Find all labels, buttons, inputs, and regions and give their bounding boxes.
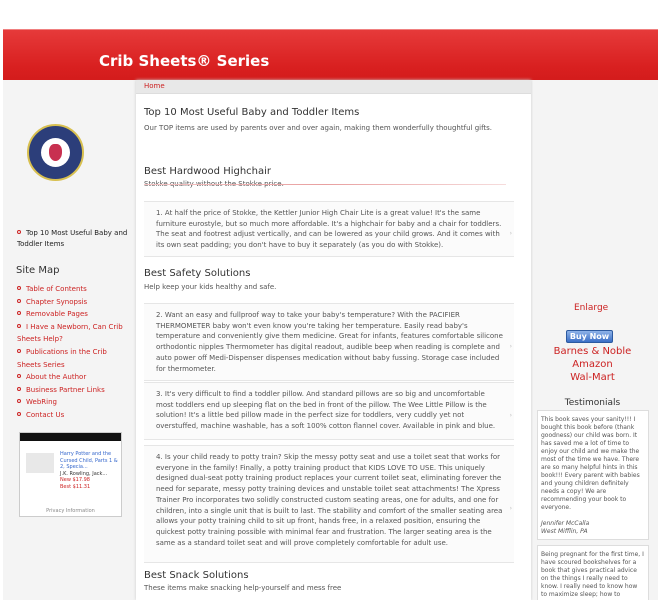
sitemap-label: Removable Pages [26,310,88,319]
ad-privacy-link[interactable]: Privacy Information [20,508,121,514]
bullet-icon [17,386,21,391]
bullet-icon [17,411,21,416]
item-text: 2. Want an easy and fullproof way to tak… [156,311,503,373]
chevron-right-icon: › [509,230,512,237]
item-text: 1. At half the price of Stokke, the Kett… [156,209,502,250]
bullet-icon [17,348,21,353]
sitemap-item-webring[interactable]: WebRing [17,396,132,409]
item-text: 3. It's very difficult to find a toddler… [156,390,496,431]
list-item: 1. At half the price of Stokke, the Kett… [144,201,514,257]
list-item: 4. Is your child ready to potty train? S… [144,445,514,563]
sitemap-item-newborn[interactable]: I Have a Newborn, Can Crib Sheets Help? [17,321,132,346]
bullet-icon [17,311,21,316]
sitemap-item-contact-us[interactable]: Contact Us [17,409,132,422]
section-title-safety: Best Safety Solutions [144,268,251,279]
sitemap-label: Publications in the Crib Sheets Series [17,347,107,369]
section-title-highchair: Best Hardwood Highchair [144,166,272,177]
testimonial-author: Jennifer McCalla [541,520,590,527]
store-link-amazon[interactable]: Amazon [530,359,655,370]
left-sidebar: Top 10 Most Useful Baby and Toddler Item… [3,80,138,600]
store-link-walmart[interactable]: Wal-Mart [530,372,655,383]
bullet-icon [17,374,21,379]
section-title-snack: Best Snack Solutions [144,570,249,581]
sitemap-item-business-partner-links[interactable]: Business Partner Links [17,384,132,397]
amazon-ad-widget[interactable]: Harry Potter and the Cursed Child, Parts… [19,432,122,517]
bullet-icon [17,286,21,290]
site-title[interactable]: Crib Sheets® Series [99,52,269,70]
sitemap-label: About the Author [26,373,87,382]
mother-child-icon [49,144,62,161]
moms-choice-awards-logo-icon [27,124,84,181]
breadcrumb: Home [136,80,531,94]
sitemap-label: I Have a Newborn, Can Crib Sheets Help? [17,322,123,344]
chevron-right-icon: › [509,505,512,512]
sitemap-heading: Site Map [16,265,60,276]
bullet-icon [17,399,21,404]
breadcrumb-home-link[interactable]: Home [136,80,531,90]
sitemap-item-chapter-synopsis[interactable]: Chapter Synopsis [17,296,132,309]
testimonial-text: Being pregnant for the first time, I hav… [541,551,644,598]
ad-book-title[interactable]: Harry Potter and the Cursed Child, Parts… [60,451,120,471]
testimonials-heading: Testimonials [564,398,621,408]
sidebar-link-label: Top 10 Most Useful Baby and Toddler Item… [17,229,128,248]
sitemap-label: Business Partner Links [26,385,105,394]
sidebar-link-top10[interactable]: Top 10 Most Useful Baby and Toddler Item… [17,228,132,250]
buy-now-button[interactable]: Buy Now [566,330,613,343]
sitemap-label: Chapter Synopsis [26,297,88,306]
book-thumbnail[interactable] [26,453,54,473]
ad-best-price: Best $11.31 [60,483,91,490]
sitemap-item-removable-pages[interactable]: Removable Pages [17,308,132,321]
testimonial-card: This book saves your sanity!!! I bought … [537,410,649,540]
chevron-right-icon: › [509,343,512,350]
bullet-icon [17,298,21,303]
enlarge-link[interactable]: Enlarge [574,303,608,313]
top-strip [0,0,670,29]
sitemap-label: Table of Contents [26,285,87,293]
bullet-icon [17,230,21,234]
sitemap-item-table-of-contents[interactable]: Table of Contents [17,283,132,296]
section-subtitle-safety: Help keep your kids healthy and safe. [144,283,277,291]
sitemap-label: WebRing [26,398,57,407]
list-item: 3. It's very difficult to find a toddler… [144,382,514,440]
item-text: 4. Is your child ready to potty train? S… [156,453,503,547]
chevron-right-icon: › [509,412,512,419]
bullet-icon [17,323,21,328]
page-intro: Our TOP items are used by parents over a… [144,124,493,132]
main-content: Home Top 10 Most Useful Baby and Toddler… [136,80,531,600]
section-subtitle-snack: These items make snacking help-yourself … [144,584,342,592]
sitemap-item-publications[interactable]: Publications in the Crib Sheets Series [17,346,132,371]
testimonial-card: Being pregnant for the first time, I hav… [537,545,649,600]
testimonial-text: This book saves your sanity!!! I bought … [541,416,640,511]
ad-text: Harry Potter and the Cursed Child, Parts… [60,451,120,490]
page-title: Top 10 Most Useful Baby and Toddler Item… [144,107,360,118]
list-item: 2. Want an easy and fullproof way to tak… [144,303,514,381]
logo-center [41,138,70,167]
testimonial-location: West Mifflin, PA [541,528,588,535]
section-divider [144,184,506,185]
sitemap-label: Contact Us [26,410,65,419]
sitemap-list: Table of Contents Chapter Synopsis Remov… [17,283,132,422]
sitemap-item-about-author[interactable]: About the Author [17,371,132,384]
store-link-barnes-noble[interactable]: Barnes & Noble [530,346,655,357]
ad-header-bar [20,433,121,441]
